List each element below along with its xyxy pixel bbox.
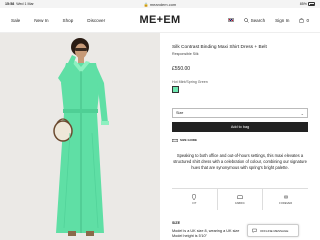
- tab-forever-label: FOREVER: [279, 202, 293, 205]
- search-icon: [243, 17, 249, 23]
- url-text: meandem.com: [149, 1, 177, 7]
- product-title: Silk Contrast Binding Maxi Shirt Dress +…: [172, 45, 267, 50]
- size-section-heading: SIZE: [172, 221, 180, 225]
- status-bar: 15:58 Wed 1 Mar 🔒 meandem.com 85%: [0, 0, 320, 8]
- model-in-dress-image: [0, 33, 160, 240]
- forever-icon: [283, 195, 288, 199]
- search-button[interactable]: Search: [243, 17, 266, 23]
- nav-link-sale[interactable]: Sale: [11, 18, 20, 23]
- product-subtitle[interactable]: Responsible Silk: [172, 52, 199, 56]
- colour-swatch[interactable]: [172, 86, 179, 93]
- region-selector[interactable]: [227, 18, 234, 22]
- tab-fit[interactable]: FIT: [172, 189, 218, 210]
- sign-in-link[interactable]: Sign In: [275, 18, 289, 23]
- product-image[interactable]: [0, 33, 160, 240]
- bag-count: 0: [306, 17, 309, 23]
- ruler-icon: [172, 138, 178, 142]
- offline-message-button[interactable]: OFFLINE MESSAGE: [247, 224, 299, 237]
- nav-actions: Search Sign In 0: [227, 17, 309, 23]
- fabric-icon: [237, 194, 243, 200]
- nav-links: Sale New In Shop Discover: [11, 18, 105, 23]
- add-to-bag-button[interactable]: Add to bag: [172, 122, 308, 132]
- fit-icon: [192, 194, 197, 200]
- nav-link-discover[interactable]: Discover: [87, 18, 105, 23]
- size-guide-label: SIZE GUIDE: [180, 138, 198, 142]
- product-price: £550.00: [172, 66, 191, 72]
- main-nav: Sale New In Shop Discover ME+EM Search S…: [0, 8, 320, 33]
- product-description: Speaking to both office and out-of-hours…: [173, 153, 307, 171]
- nav-link-shop[interactable]: Shop: [63, 18, 74, 23]
- tab-fabric[interactable]: FABRIC: [218, 189, 264, 210]
- colour-name: Hot Mint/Spring Green: [172, 80, 208, 84]
- tab-fabric-label: FABRIC: [235, 202, 245, 205]
- feature-tabs: FIT FABRIC FOREVER: [172, 188, 308, 210]
- size-guide-link[interactable]: SIZE GUIDE: [172, 138, 197, 142]
- chevron-down-icon: ⌄: [300, 110, 304, 116]
- nav-link-new-in[interactable]: New In: [34, 18, 48, 23]
- address-bar[interactable]: 🔒 meandem.com: [0, 2, 320, 7]
- bag-button[interactable]: 0: [299, 18, 309, 23]
- size-dropdown[interactable]: Size ⌄: [172, 108, 308, 118]
- offline-message-label: OFFLINE MESSAGE: [260, 228, 289, 233]
- uk-flag-icon: [227, 18, 234, 22]
- chat-icon: [252, 228, 257, 233]
- bag-icon: [299, 17, 304, 23]
- size-placeholder: Size: [176, 111, 184, 115]
- battery-icon: [308, 2, 315, 6]
- search-label: Search: [250, 17, 266, 23]
- tab-forever[interactable]: FOREVER: [263, 189, 308, 210]
- tab-fit-label: FIT: [192, 202, 197, 205]
